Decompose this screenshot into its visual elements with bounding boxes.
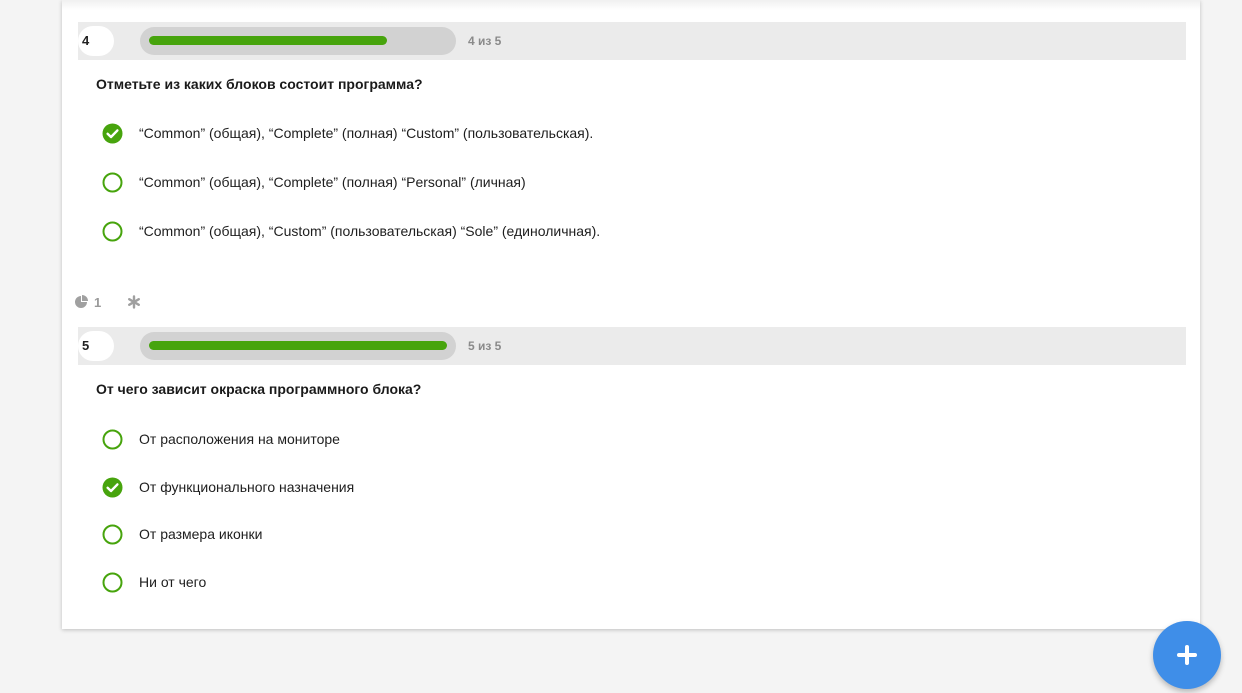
answer-option-label: “Common” (общая), “Custom” (пользователь…	[139, 223, 601, 239]
answer-option-label: От размера иконки	[139, 526, 263, 542]
radio-empty-icon[interactable]	[102, 524, 123, 545]
progress-bar-fill	[149, 341, 447, 350]
progress-bar	[140, 27, 456, 55]
question-number: 4	[78, 26, 114, 56]
progress-label: 5 из 5	[468, 339, 502, 353]
progress-bar	[140, 332, 456, 360]
meta-count: 1	[94, 294, 102, 310]
question-5-text: От чего зависит окраска программного бло…	[96, 381, 422, 397]
answer-option-label: “Common” (общая), “Complete” (полная) “C…	[139, 125, 594, 141]
radio-empty-icon[interactable]	[102, 572, 123, 593]
check-circle-icon[interactable]	[102, 477, 123, 498]
answer-option[interactable]: От размера иконки	[102, 522, 262, 546]
card-top-edge	[62, 0, 1200, 10]
add-button[interactable]	[1153, 621, 1221, 689]
answer-option[interactable]: От расположения на мониторе	[102, 427, 340, 451]
answer-option[interactable]: “Common” (общая), “Custom” (пользователь…	[102, 219, 600, 243]
radio-empty-icon[interactable]	[102, 221, 123, 242]
answer-option-label: От функционального назначения	[139, 479, 355, 495]
answer-option[interactable]: “Common” (общая), “Complete” (полная) “P…	[102, 170, 526, 194]
answer-option[interactable]: Ни от чего	[102, 570, 206, 594]
answer-option[interactable]: “Common” (общая), “Complete” (полная) “C…	[102, 121, 593, 145]
question-5-header: 5 5 из 5	[78, 327, 1186, 365]
asterisk-icon[interactable]	[127, 295, 141, 309]
answer-option[interactable]: От функционального назначения	[102, 475, 354, 499]
radio-empty-icon[interactable]	[102, 172, 123, 193]
question-4-text: Отметьте из каких блоков состоит програм…	[96, 76, 423, 92]
progress-bar-fill	[149, 36, 387, 45]
answer-option-label: Ни от чего	[139, 574, 207, 590]
progress-label: 4 из 5	[468, 34, 502, 48]
pie-chart-icon	[74, 295, 88, 309]
quiz-card: 4 4 из 5 Отметьте из каких блоков состои…	[62, 0, 1200, 629]
answer-option-label: “Common” (общая), “Complete” (полная) “P…	[139, 174, 526, 190]
plus-icon	[1176, 644, 1198, 666]
answer-option-label: От расположения на мониторе	[139, 431, 340, 447]
check-circle-icon[interactable]	[102, 123, 123, 144]
question-number: 5	[78, 331, 114, 361]
question-4-header: 4 4 из 5	[78, 22, 1186, 60]
radio-empty-icon[interactable]	[102, 429, 123, 450]
question-meta: 1	[74, 293, 141, 311]
